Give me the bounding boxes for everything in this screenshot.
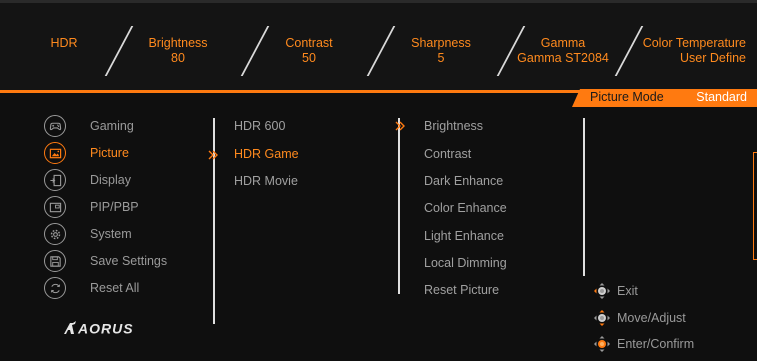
submenu-item-hdr-game[interactable]: HDR Game xyxy=(234,147,299,161)
setting-item-dark-enhance[interactable]: Dark Enhance xyxy=(424,174,503,188)
help-label: Move/Adjust xyxy=(617,311,686,325)
status-gamma: Gamma Gamma ST2084 xyxy=(503,36,623,66)
picture-mode-value: Standard xyxy=(696,90,747,104)
chevron-right-icon xyxy=(208,150,218,160)
dpad-updown-icon xyxy=(594,310,610,326)
status-hdr-label: HDR xyxy=(50,36,78,50)
status-color-temperature-label: Color Temperature xyxy=(642,36,746,50)
status-contrast: Contrast 50 xyxy=(249,36,369,66)
setting-item-reset-picture[interactable]: Reset Picture xyxy=(424,283,499,297)
menu-item-gaming[interactable]: Gaming xyxy=(44,115,204,139)
submenu-item-hdr-600[interactable]: HDR 600 xyxy=(234,119,285,133)
status-hdr: HDR xyxy=(4,36,124,51)
picture-mode-tab: Picture Mode Standard xyxy=(572,89,757,107)
menu-item-label: Picture xyxy=(90,146,129,160)
menu-item-label: System xyxy=(90,227,132,241)
setting-item-brightness[interactable]: Brightness xyxy=(424,119,483,133)
dpad-left-icon xyxy=(594,283,610,299)
help-label: Exit xyxy=(617,284,638,298)
gamepad-icon xyxy=(44,115,66,137)
save-icon xyxy=(44,250,66,272)
dpad-right-icon xyxy=(594,336,610,352)
status-contrast-label: Contrast xyxy=(285,36,333,50)
side-scroll-tab xyxy=(753,152,757,260)
submenu-item-hdr-movie[interactable]: HDR Movie xyxy=(234,174,298,188)
top-edge xyxy=(0,0,757,3)
status-brightness: Brightness 80 xyxy=(118,36,238,66)
aorus-logo: AORUS xyxy=(64,321,134,337)
status-brightness-value: 80 xyxy=(171,51,185,65)
menu-item-pip-pbp[interactable]: PIP/PBP xyxy=(44,196,204,220)
status-brightness-label: Brightness xyxy=(148,36,208,50)
column-divider xyxy=(398,118,400,294)
help-enter-confirm: Enter/Confirm xyxy=(593,335,733,353)
menu-item-reset-all[interactable]: Reset All xyxy=(44,277,204,301)
brand-name: AORUS xyxy=(77,321,134,337)
help-move-adjust: Move/Adjust xyxy=(593,309,733,327)
menu-item-label: Reset All xyxy=(90,281,140,295)
gear-icon xyxy=(44,223,66,245)
menu-item-picture[interactable]: Picture xyxy=(44,142,204,166)
status-color-temperature: Color Temperature User Define xyxy=(620,36,746,66)
picture-mode-label: Picture Mode xyxy=(590,90,664,104)
menu-item-save-settings[interactable]: Save Settings xyxy=(44,250,204,274)
menu-item-label: Save Settings xyxy=(90,254,168,268)
setting-item-local-dimming[interactable]: Local Dimming xyxy=(424,256,507,270)
status-sharpness: Sharpness 5 xyxy=(381,36,501,66)
menu-item-label: Gaming xyxy=(90,119,134,133)
menu-item-system[interactable]: System xyxy=(44,223,204,247)
menu-item-label: PIP/PBP xyxy=(90,200,139,214)
setting-item-contrast[interactable]: Contrast xyxy=(424,147,471,161)
display-icon xyxy=(44,169,66,191)
chevron-right-icon xyxy=(395,121,405,131)
status-contrast-value: 50 xyxy=(302,51,316,65)
setting-item-color-enhance[interactable]: Color Enhance xyxy=(424,201,507,215)
column-divider xyxy=(583,118,585,276)
status-sharpness-value: 5 xyxy=(437,51,445,65)
menu-item-display[interactable]: Display xyxy=(44,169,204,193)
status-bar: HDR Brightness 80 Contrast 50 Sharpness … xyxy=(0,0,757,90)
status-color-temperature-value: User Define xyxy=(680,51,746,65)
picture-icon xyxy=(44,142,66,164)
pip-icon xyxy=(44,196,66,218)
help-exit: Exit xyxy=(593,282,733,300)
status-gamma-value: Gamma ST2084 xyxy=(517,51,609,65)
menu-item-label: Display xyxy=(90,173,131,187)
reset-icon xyxy=(44,277,66,299)
help-label: Enter/Confirm xyxy=(617,337,695,351)
status-sharpness-label: Sharpness xyxy=(411,36,471,50)
status-gamma-label: Gamma xyxy=(540,36,586,50)
setting-item-light-enhance[interactable]: Light Enhance xyxy=(424,229,504,243)
